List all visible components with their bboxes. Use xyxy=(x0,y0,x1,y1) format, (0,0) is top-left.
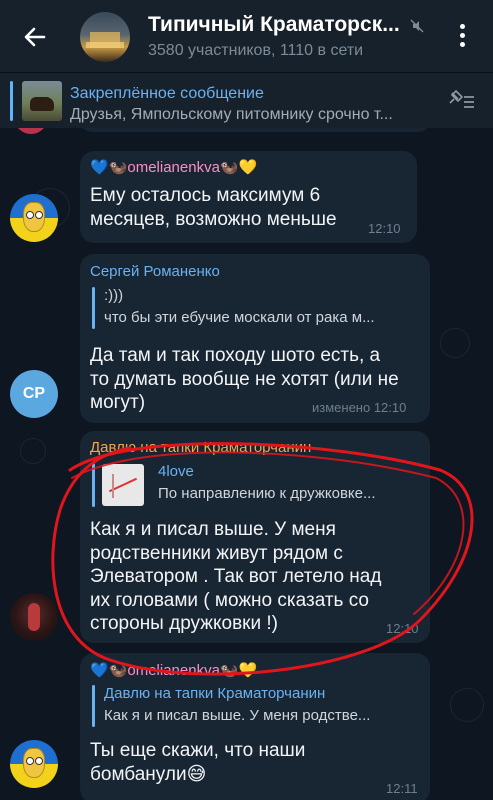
reply-preview[interactable]: Давлю на тапки Краматорчанин Как я и пис… xyxy=(92,685,422,727)
pinned-list-icon[interactable] xyxy=(448,89,476,113)
message-time: 12:10 xyxy=(368,221,401,236)
pinned-thumbnail xyxy=(22,81,62,121)
reply-thumbnail xyxy=(102,464,144,506)
message-bubble[interactable]: Давлю на тапки Краматорчанин 4love По на… xyxy=(80,431,430,643)
more-vertical-icon[interactable] xyxy=(450,24,474,52)
mute-icon xyxy=(410,19,424,33)
message-bubble[interactable]: 💙🦦omelianenkva🦦💛 Ему осталось максимум 6… xyxy=(80,151,417,243)
reply-text: По направлению к дружковке... xyxy=(158,485,376,502)
reply-name: 4love xyxy=(158,463,194,480)
message-time: 12:11 xyxy=(386,781,418,796)
pinned-indicator xyxy=(10,81,13,121)
message-time: изменено 12:10 xyxy=(312,400,407,415)
message-text: Ему осталось максимум 6 месяцев, возможн… xyxy=(90,185,337,230)
avatar[interactable] xyxy=(10,740,58,788)
sender-name[interactable]: 💙🦦omelianenkva🦦💛 xyxy=(90,661,257,679)
reply-preview[interactable]: 4love По направлению к дружковке... xyxy=(92,463,422,507)
avatar[interactable] xyxy=(10,593,58,641)
message-bubble xyxy=(80,128,430,132)
pinned-message-bar[interactable]: Закреплённое сообщение Друзья, Ямпольско… xyxy=(0,72,493,128)
chat-member-count: 3580 участников, 1110 в сети xyxy=(148,42,364,59)
message-time: 12:10 xyxy=(386,621,419,636)
sender-name[interactable]: Давлю на тапки Краматорчанин xyxy=(90,439,311,456)
message-bubble[interactable]: Сергей Романенко :))) что бы эти ебучие … xyxy=(80,254,430,423)
pinned-text: Друзья, Ямпольскому питомнику срочно т..… xyxy=(70,106,393,123)
avatar[interactable] xyxy=(14,128,48,134)
message-list[interactable]: 💙🦦omelianenkva🦦💛 Ему осталось максимум 6… xyxy=(0,128,493,800)
chat-title[interactable]: Типичный Краматорск... xyxy=(148,13,408,37)
message-bubble[interactable]: 💙🦦omelianenkva🦦💛 Давлю на тапки Краматор… xyxy=(80,653,430,800)
reply-name: :))) xyxy=(104,287,124,304)
pinned-title: Закреплённое сообщение xyxy=(70,85,264,102)
avatar[interactable] xyxy=(10,194,58,242)
reply-preview[interactable]: :))) что бы эти ебучие москали от рака м… xyxy=(92,287,422,329)
back-arrow-icon[interactable] xyxy=(20,22,50,52)
reply-text: Как я и писал выше. У меня родстве... xyxy=(104,707,371,724)
message-text: Как я и писал выше. У меня родственники … xyxy=(90,519,382,634)
reply-text: что бы эти ебучие москали от рака м... xyxy=(104,309,375,326)
sender-name[interactable]: 💙🦦omelianenkva🦦💛 xyxy=(90,158,257,176)
avatar[interactable]: СР xyxy=(10,370,58,418)
chat-avatar[interactable] xyxy=(80,12,130,62)
sender-name[interactable]: Сергей Романенко xyxy=(90,263,220,280)
chat-header: Типичный Краматорск... 3580 участников, … xyxy=(0,0,493,72)
reply-name: Давлю на тапки Краматорчанин xyxy=(104,685,326,702)
message-text: Ты еще скажи, что наши бомбанули😅 xyxy=(90,740,306,785)
